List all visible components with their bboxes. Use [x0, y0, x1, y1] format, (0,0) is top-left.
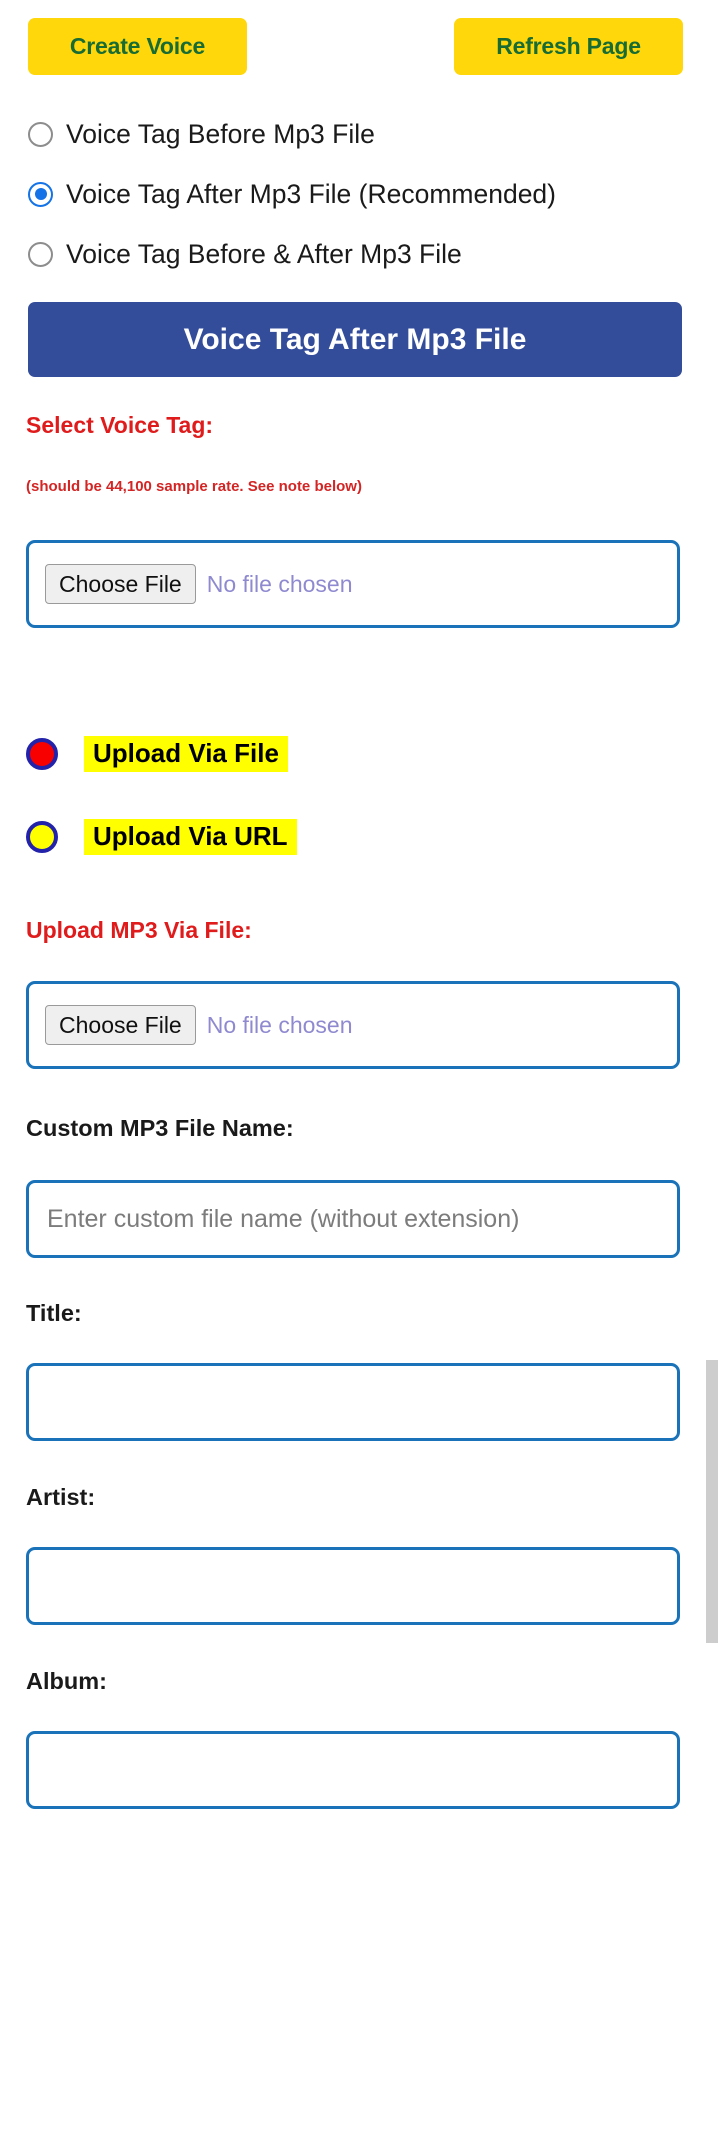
radio-label-upload-via-url: Upload Via URL: [84, 819, 297, 856]
voice-tag-file-status: No file chosen: [206, 570, 353, 597]
radio-label-upload-via-file: Upload Via File: [84, 736, 288, 773]
radio-label-voice-tag-after: Voice Tag After Mp3 File (Recommended): [66, 178, 556, 209]
top-action-bar: Create Voice Refresh Page: [0, 0, 719, 84]
artist-input[interactable]: [26, 1547, 680, 1625]
radio-icon-upload-via-file[interactable]: [26, 738, 58, 771]
mp3-file-status: No file chosen: [206, 1011, 353, 1038]
album-input[interactable]: [26, 1731, 680, 1809]
voice-tag-choose-file-button[interactable]: Choose File: [45, 563, 196, 605]
page-scrollbar[interactable]: [705, 0, 719, 2148]
create-voice-button[interactable]: Create Voice: [28, 18, 247, 75]
title-input[interactable]: [26, 1363, 680, 1441]
mp3-file-input[interactable]: Choose File No file chosen: [26, 981, 680, 1069]
voice-tag-creator-page: Create Voice Refresh Page Voice Tag Befo…: [0, 0, 719, 2148]
radio-option-voice-tag-before-after[interactable]: Voice Tag Before & After Mp3 File: [0, 224, 719, 284]
upload-mp3-label: Upload MP3 Via File:: [26, 917, 252, 943]
album-label: Album:: [26, 1668, 107, 1694]
upload-source-option-url[interactable]: Upload Via URL: [26, 819, 297, 856]
custom-file-name-label: Custom MP3 File Name:: [26, 1115, 294, 1141]
radio-icon-voice-tag-before-after[interactable]: [28, 241, 53, 267]
radio-icon-voice-tag-before[interactable]: [28, 121, 53, 147]
mp3-choose-file-button[interactable]: Choose File: [45, 1004, 196, 1046]
custom-file-name-input[interactable]: [26, 1180, 680, 1258]
selected-mode-banner: Voice Tag After Mp3 File: [28, 302, 682, 377]
artist-label: Artist:: [26, 1484, 96, 1510]
radio-option-voice-tag-after[interactable]: Voice Tag After Mp3 File (Recommended): [0, 164, 719, 224]
radio-label-voice-tag-before: Voice Tag Before Mp3 File: [66, 118, 375, 149]
title-label: Title:: [26, 1300, 82, 1326]
upload-source-option-file[interactable]: Upload Via File: [26, 736, 288, 773]
radio-icon-voice-tag-after[interactable]: [28, 181, 53, 207]
select-voice-tag-note: (should be 44,100 sample rate. See note …: [26, 478, 362, 495]
voice-tag-position-radio-group: Voice Tag Before Mp3 File Voice Tag Afte…: [0, 104, 719, 284]
radio-option-voice-tag-before[interactable]: Voice Tag Before Mp3 File: [0, 104, 719, 164]
select-voice-tag-label: Select Voice Tag:: [26, 412, 214, 438]
refresh-page-button[interactable]: Refresh Page: [454, 18, 683, 75]
page-scrollbar-thumb[interactable]: [706, 1360, 718, 1643]
radio-label-voice-tag-before-after: Voice Tag Before & After Mp3 File: [66, 238, 462, 269]
radio-icon-upload-via-url[interactable]: [26, 821, 58, 854]
voice-tag-file-input[interactable]: Choose File No file chosen: [26, 540, 680, 628]
